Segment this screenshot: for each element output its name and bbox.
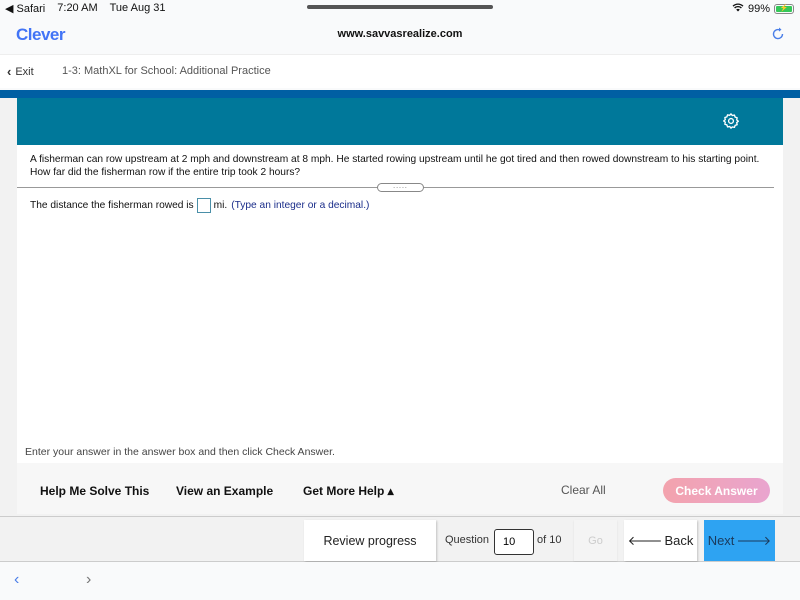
answer-unit: mi.: [213, 200, 228, 211]
question-total: of 10: [537, 534, 562, 546]
safari-toolbar: ‹ ›: [0, 562, 800, 600]
answer-prefix: The distance the fisherman rowed is: [30, 200, 194, 211]
answer-hint: (Type an integer or a decimal.): [231, 200, 370, 211]
go-button[interactable]: Go: [574, 520, 617, 561]
status-time: 7:20 AM: [57, 2, 98, 14]
check-answer-button[interactable]: Check Answer: [663, 478, 770, 503]
exit-button[interactable]: ‹ Exit: [7, 64, 34, 79]
arrow-right-icon: 🡒: [736, 532, 772, 548]
arrow-left-icon: 🡐: [627, 532, 663, 548]
multitask-indicator[interactable]: [307, 5, 493, 9]
answer-input[interactable]: [196, 198, 211, 213]
help-toolbar: Help Me Solve This View an Example Get M…: [17, 463, 783, 514]
chevron-left-icon: ‹: [7, 64, 12, 79]
get-more-help-button[interactable]: Get More Help ▴: [303, 484, 394, 498]
browser-back-icon[interactable]: ‹: [14, 571, 19, 589]
question-label: Question: [445, 534, 490, 546]
question-header: [17, 98, 783, 145]
question-text: A fisherman can row upstream at 2 mph an…: [30, 154, 760, 178]
answer-row: The distance the fisherman rowed is mi. …: [30, 198, 369, 213]
question-number-input[interactable]: [494, 529, 534, 555]
view-example-button[interactable]: View an Example: [176, 484, 273, 498]
question-navigation-bar: Review progress Question of 10 Go 🡐 Back…: [0, 516, 800, 562]
clear-all-button[interactable]: Clear All: [561, 483, 606, 497]
header-stripe: [0, 90, 800, 98]
back-button[interactable]: 🡐 Back: [624, 520, 697, 561]
exit-label: Exit: [15, 65, 34, 78]
next-button[interactable]: Next 🡒: [704, 520, 775, 561]
next-label: Next: [707, 533, 735, 548]
pane-resize-handle[interactable]: .....: [377, 183, 424, 192]
url-field[interactable]: www.savvasrealize.com: [0, 28, 800, 40]
help-me-solve-button[interactable]: Help Me Solve This: [40, 484, 149, 498]
gear-icon[interactable]: [722, 112, 740, 130]
ios-status-bar: ◀ Safari 7:20 AM Tue Aug 31 99% ⚡: [0, 0, 800, 17]
back-label: Back: [664, 533, 694, 548]
instruction-text: Enter your answer in the answer box and …: [25, 446, 335, 458]
wifi-icon: [732, 2, 744, 15]
question-panel: A fisherman can row upstream at 2 mph an…: [17, 145, 783, 463]
back-to-app[interactable]: ◀ Safari: [5, 2, 45, 15]
battery-percent: 99%: [747, 2, 770, 15]
battery-charging-icon: ⚡: [774, 3, 794, 14]
browser-forward-icon[interactable]: ›: [86, 571, 91, 589]
assignment-title: 1-3: MathXL for School: Additional Pract…: [62, 65, 271, 77]
assignment-nav-bar: ‹ Exit 1-3: MathXL for School: Additiona…: [0, 55, 800, 88]
browser-address-bar: Clever www.savvasrealize.com: [0, 17, 800, 55]
status-date: Tue Aug 31: [109, 2, 166, 14]
review-progress-button[interactable]: Review progress: [304, 520, 436, 561]
reload-icon[interactable]: [770, 26, 786, 42]
